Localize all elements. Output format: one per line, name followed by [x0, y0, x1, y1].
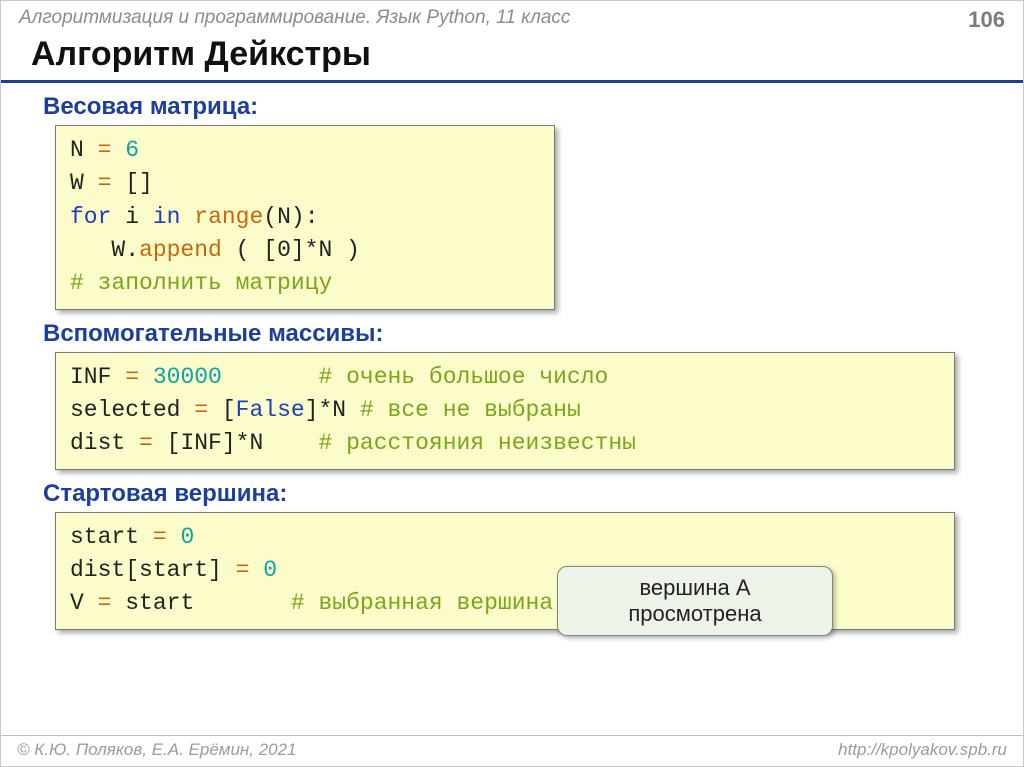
code-token: dist [70, 430, 125, 456]
footer-copyright: © К.Ю. Поляков, Е.А. Ерёмин, 2021 [17, 740, 297, 760]
code-block-aux-arrays: INF = 30000 # очень большое число select… [55, 352, 955, 470]
code-token: INF [70, 364, 111, 390]
slide-page: Алгоритмизация и программирование. Язык … [0, 0, 1024, 767]
code-token: (N): [263, 204, 318, 230]
code-token: 0 [263, 557, 277, 583]
breadcrumb: Алгоритмизация и программирование. Язык … [19, 7, 570, 29]
section-start-vertex: Стартовая вершина: [43, 480, 1023, 508]
code-token: [0]*N [263, 237, 332, 263]
code-token: N [70, 137, 84, 163]
code-token: ]*N [305, 397, 346, 423]
code-comment: # расстояния неизвестны [318, 430, 635, 456]
code-token: 0 [180, 524, 194, 550]
code-token: = [125, 430, 166, 456]
code-token: = [84, 170, 125, 196]
callout-line2: просмотрена [570, 601, 820, 627]
code-token: for [70, 204, 111, 230]
code-block-weight-matrix: N = 6 W = [] for i in range(N): W.append… [55, 125, 555, 310]
code-token: dist[start] [70, 557, 222, 583]
header-bar: Алгоритмизация и программирование. Язык … [1, 1, 1023, 35]
footer-bar: © К.Ю. Поляков, Е.А. Ерёмин, 2021 http:/… [1, 735, 1023, 766]
code-comment: # заполнить матрицу [70, 270, 332, 296]
code-token: 30000 [153, 364, 222, 390]
section-weight-matrix: Весовая матрица: [43, 93, 1023, 121]
code-comment: # очень большое число [318, 364, 608, 390]
code-token: ( [222, 237, 263, 263]
callout-line1: вершина A [570, 575, 820, 601]
code-token: False [236, 397, 305, 423]
code-token [263, 430, 318, 456]
code-comment: # все не выбраны [360, 397, 581, 423]
code-token: [INF]*N [167, 430, 264, 456]
code-token: 6 [125, 137, 139, 163]
code-token: = [111, 364, 152, 390]
code-token: [ [222, 397, 236, 423]
code-comment: # выбранная вершина [291, 590, 553, 616]
code-token: = [222, 557, 263, 583]
callout-note: вершина A просмотрена [557, 566, 833, 636]
section-aux-arrays: Вспомогательные массивы: [43, 320, 1023, 348]
page-number: 106 [968, 7, 1005, 33]
code-token: append [139, 237, 222, 263]
code-token [180, 204, 194, 230]
code-token: i [111, 204, 152, 230]
page-title: Алгоритм Дейкстры [1, 35, 1023, 83]
code-token: start [70, 524, 139, 550]
code-token [346, 397, 360, 423]
code-token: = [180, 397, 221, 423]
code-token: range [194, 204, 263, 230]
code-token: W. [70, 237, 139, 263]
code-token: ) [332, 237, 360, 263]
code-token [194, 590, 291, 616]
code-token: = [84, 590, 125, 616]
code-token: [] [125, 170, 153, 196]
code-token: = [84, 137, 125, 163]
code-token: V [70, 590, 84, 616]
code-token: W [70, 170, 84, 196]
code-token: start [125, 590, 194, 616]
code-token: in [153, 204, 181, 230]
code-token [222, 364, 319, 390]
code-token: selected [70, 397, 180, 423]
footer-url: http://kpolyakov.spb.ru [838, 740, 1007, 760]
code-token: = [139, 524, 180, 550]
